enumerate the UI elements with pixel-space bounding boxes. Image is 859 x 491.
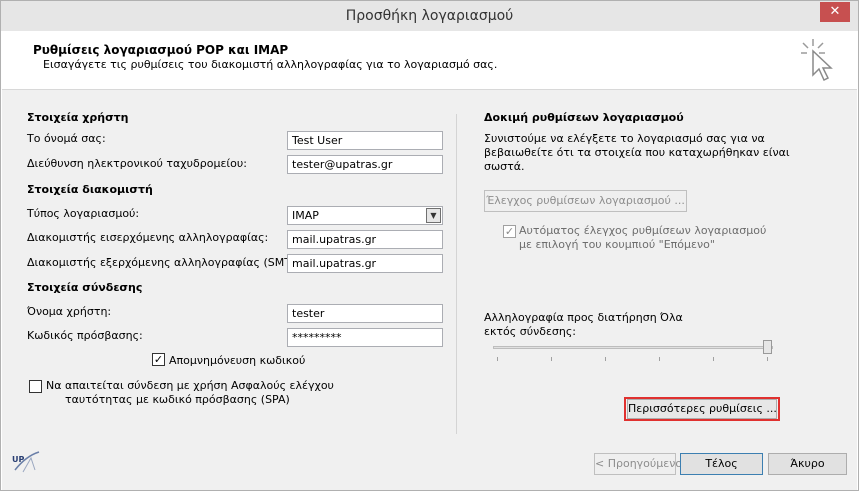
account-type-label: Τύπος λογαριασμού: bbox=[27, 207, 140, 220]
outgoing-server-label: Διακομιστής εξερχόμενης αλληλογραφίας (S… bbox=[27, 256, 306, 269]
auto-test-label-line2: με επιλογή του κουμπιού "Επόμενο" bbox=[519, 238, 715, 251]
test-desc-line3: σωστά. bbox=[484, 160, 525, 173]
name-label: Το όνομά σας: bbox=[27, 132, 106, 145]
login-info-heading: Στοιχεία σύνδεσης bbox=[27, 281, 143, 294]
auto-test-checkbox[interactable]: ✓ bbox=[503, 225, 516, 238]
outgoing-server-input[interactable]: mail.upatras.gr bbox=[287, 254, 443, 273]
offline-mail-slider-track[interactable] bbox=[493, 346, 773, 349]
incoming-server-label: Διακομιστής εισερχόμενης αλληλογραφίας: bbox=[27, 231, 269, 244]
email-label: Διεύθυνση ηλεκτρονικού ταχυδρομείου: bbox=[27, 157, 247, 170]
back-button[interactable]: < Προηγούμενο bbox=[594, 453, 682, 475]
chevron-down-icon[interactable]: ▼ bbox=[426, 208, 441, 223]
offline-mail-value: Όλα bbox=[660, 311, 683, 324]
spa-label-line1: Να απαιτείται σύνδεση με χρήση Ασφαλούς … bbox=[46, 379, 334, 392]
account-type-select[interactable]: IMAP ▼ bbox=[287, 206, 443, 225]
slider-tick bbox=[713, 357, 714, 361]
offline-mail-label-line1: Αλληλογραφία προς διατήρηση bbox=[484, 311, 657, 324]
slider-tick bbox=[767, 357, 768, 361]
email-input[interactable]: tester@upatras.gr bbox=[287, 155, 443, 174]
offline-mail-label-line2: εκτός σύνδεσης: bbox=[484, 325, 576, 338]
remember-password-checkbox[interactable]: ✓ bbox=[152, 353, 165, 366]
slider-tick bbox=[551, 357, 552, 361]
logo-text: UP bbox=[12, 455, 24, 464]
cancel-button[interactable]: Άκυρο bbox=[768, 453, 847, 475]
remember-password-label: Απομνημόνευση κωδικού bbox=[169, 354, 306, 367]
title-bar: Προσθήκη λογαριασμού ✕ bbox=[1, 1, 858, 31]
test-desc-line1: Συνιστούμε να ελέγξετε το λογαριασμό σας… bbox=[484, 132, 765, 145]
password-input[interactable]: ********* bbox=[287, 328, 443, 347]
slider-tick bbox=[605, 357, 606, 361]
test-desc-line2: βεβαιωθείτε ότι τα στοιχεία που καταχωρή… bbox=[484, 146, 790, 159]
name-input[interactable]: Test User bbox=[287, 131, 443, 150]
user-info-heading: Στοιχεία χρήστη bbox=[27, 111, 129, 124]
dialog-header: Ρυθμίσεις λογαριασμού POP και IMAP Εισαγ… bbox=[2, 31, 857, 90]
test-account-settings-button[interactable]: Έλεγχος ρυθμίσεων λογαριασμού ... bbox=[484, 190, 687, 212]
add-account-dialog: Προσθήκη λογαριασμού ✕ Ρυθμίσεις λογαρια… bbox=[0, 0, 859, 491]
username-input[interactable]: tester bbox=[287, 304, 443, 323]
slider-tick bbox=[659, 357, 660, 361]
vertical-divider bbox=[456, 114, 457, 434]
finish-button[interactable]: Τέλος bbox=[680, 453, 763, 475]
spa-checkbox[interactable] bbox=[29, 380, 42, 393]
header-subtitle: Εισαγάγετε τις ρυθμίσεις του διακομιστή … bbox=[43, 58, 498, 71]
username-label: Όνομα χρήστη: bbox=[27, 305, 112, 318]
more-settings-button[interactable]: Περισσότερες ρυθμίσεις ... bbox=[627, 399, 777, 419]
account-type-value: IMAP bbox=[292, 209, 319, 222]
spa-label-line2: ταυτότητας με κωδικό πρόσβασης (SPA) bbox=[65, 393, 290, 406]
university-logo: UP bbox=[12, 451, 40, 473]
test-settings-heading: Δοκιμή ρυθμίσεων λογαριασμού bbox=[484, 111, 684, 124]
pointer-click-icon bbox=[801, 39, 833, 82]
header-title: Ρυθμίσεις λογαριασμού POP και IMAP bbox=[33, 43, 289, 57]
window-title: Προσθήκη λογαριασμού bbox=[345, 8, 514, 24]
close-button[interactable]: ✕ bbox=[820, 2, 850, 22]
offline-mail-slider-thumb[interactable] bbox=[763, 340, 772, 354]
auto-test-label-line1: Αυτόματος έλεγχος ρυθμίσεων λογαριασμού bbox=[519, 224, 767, 237]
password-label: Κωδικός πρόσβασης: bbox=[27, 329, 143, 342]
slider-tick bbox=[497, 357, 498, 361]
incoming-server-input[interactable]: mail.upatras.gr bbox=[287, 230, 443, 249]
server-info-heading: Στοιχεία διακομιστή bbox=[27, 183, 153, 196]
